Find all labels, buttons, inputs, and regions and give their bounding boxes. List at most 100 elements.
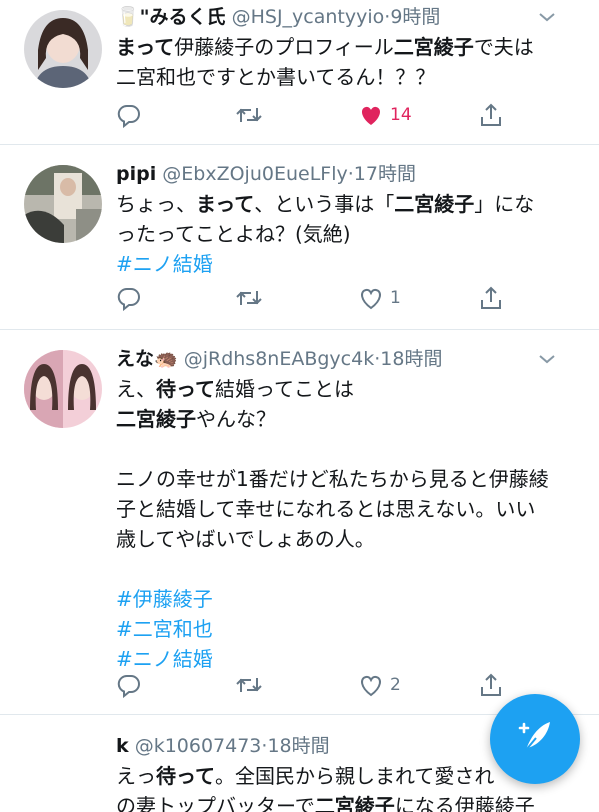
tweet[interactable]: pipi @EbxZOju0EueLFly·17時間 ちょっ、まって、という事は… bbox=[0, 145, 599, 330]
text-run: 結婚ってことは bbox=[215, 377, 354, 401]
tweet-text-line: #二宮和也 bbox=[116, 614, 581, 644]
tweet-text-line: の妻トップバッターで二宮綾子になる伊藤綾子 bbox=[116, 791, 599, 812]
tweet-actions: 2 bbox=[116, 670, 529, 700]
tweet-text-line: #伊藤綾子 bbox=[116, 584, 581, 614]
text-run: で夫は bbox=[473, 35, 534, 59]
share-icon bbox=[478, 285, 504, 311]
avatar[interactable] bbox=[24, 10, 102, 88]
tweet-text-line: #ニノ結婚 bbox=[116, 249, 581, 279]
retweet-icon bbox=[234, 672, 264, 698]
highlighted-text: 待って bbox=[156, 377, 215, 401]
tweet-text: まって伊藤綾子のプロフィール二宮綾子で夫は二宮和也ですとか書いてるん！？？ bbox=[116, 32, 581, 92]
tweet-text-line: ちょっ、まって、という事は「二宮綾子」にな bbox=[116, 189, 581, 219]
user-handle[interactable]: @HSJ_ycantyyio bbox=[232, 6, 385, 28]
highlighted-text: 二宮綾子 bbox=[393, 35, 474, 59]
hashtag-link[interactable]: #ニノ結婚 bbox=[116, 647, 213, 671]
highlighted-text: 二宮綾子 bbox=[116, 407, 196, 431]
tweet-text-line: 二宮綾子やんな？ bbox=[116, 404, 581, 434]
user-handle[interactable]: @EbxZOju0EueLFly bbox=[162, 163, 347, 185]
retweet-icon bbox=[234, 102, 264, 128]
highlighted-text: 待って bbox=[156, 764, 215, 788]
compose-tweet-icon bbox=[512, 714, 558, 764]
hashtag-link[interactable]: #ニノ結婚 bbox=[116, 252, 213, 276]
user-handle[interactable]: @k10607473 bbox=[135, 735, 262, 757]
reply-button[interactable] bbox=[116, 670, 148, 700]
reply-icon bbox=[116, 672, 142, 698]
tweet-text-line: え、待って結婚ってことは bbox=[116, 374, 581, 404]
avatar[interactable] bbox=[24, 350, 102, 428]
text-run: 。全国民から親しまれて愛され bbox=[215, 764, 495, 788]
like-count: 2 bbox=[390, 675, 401, 695]
tweet-actions: 1 bbox=[116, 283, 529, 313]
tweet-header: pipi @EbxZOju0EueLFly·17時間 bbox=[116, 163, 416, 185]
share-button[interactable] bbox=[478, 283, 504, 313]
tweet-text-line: 子と結婚して幸せになれるとは思えない。いい bbox=[116, 494, 581, 524]
text-run: 歳してやばいでしょあの人。 bbox=[116, 527, 375, 551]
tweet-text: え、待って結婚ってことは 二宮綾子やんな？ ニノの幸せが1番だけど私たちから見ると伊… bbox=[116, 374, 581, 674]
timestamp[interactable]: 9時間 bbox=[390, 6, 440, 28]
tweet-text-line: 二宮和也ですとか書いてるん！？？ bbox=[116, 62, 581, 92]
compose-tweet-button[interactable] bbox=[490, 694, 580, 784]
heart-icon bbox=[358, 102, 384, 128]
highlighted-text: まって bbox=[196, 192, 255, 216]
tweet-header: 🥛"みるく氏 @HSJ_ycantyyio·9時間 bbox=[116, 2, 579, 32]
highlighted-text: 二宮綾子 bbox=[394, 192, 475, 216]
tweet-header: えな🦔 @jRdhs8nEABgyc4k·18時間 bbox=[116, 344, 579, 374]
text-run: 伊藤綾子のプロフィール bbox=[174, 35, 394, 59]
highlighted-text: 二宮綾子 bbox=[314, 794, 395, 812]
tweet-text-line: 歳してやばいでしょあの人。 bbox=[116, 524, 581, 554]
like-button[interactable]: 1 bbox=[358, 283, 401, 313]
timestamp[interactable]: 18時間 bbox=[267, 735, 329, 757]
text-run: 」にな bbox=[474, 192, 535, 216]
tweet[interactable]: 🥛"みるく氏 @HSJ_ycantyyio·9時間 まって伊藤綾子のプロフィール… bbox=[0, 0, 599, 145]
display-name[interactable]: k bbox=[116, 735, 129, 757]
chevron-down-icon[interactable] bbox=[537, 6, 557, 26]
hashtag-link[interactable]: #二宮和也 bbox=[116, 617, 213, 641]
text-run: ニノの幸せが1番だけど私たちから見ると伊藤綾 bbox=[116, 467, 549, 491]
text-run: え、 bbox=[116, 377, 156, 401]
text-run: ちょっ、 bbox=[116, 192, 196, 216]
tweet-text-line: ニノの幸せが1番だけど私たちから見ると伊藤綾 bbox=[116, 464, 581, 494]
text-run: えっ bbox=[116, 764, 156, 788]
text-run: 子と結婚して幸せになれるとは思えない。いい bbox=[116, 497, 536, 521]
tweet[interactable]: えな🦔 @jRdhs8nEABgyc4k·18時間 え、待って結婚ってことは 二宮… bbox=[0, 330, 599, 715]
share-icon bbox=[478, 672, 504, 698]
display-name[interactable]: えな🦔 bbox=[116, 348, 178, 370]
tweet-text-line: ったってことよね？(気絶) bbox=[116, 219, 581, 249]
heart-icon bbox=[358, 285, 384, 311]
chevron-down-icon[interactable] bbox=[537, 348, 557, 368]
tweet-text: ちょっ、まって、という事は「二宮綾子」になったってことよね？(気絶) #ニノ結婚 bbox=[116, 189, 581, 279]
timestamp[interactable]: 17時間 bbox=[354, 163, 416, 185]
reply-button[interactable] bbox=[116, 283, 148, 313]
text-run: ったってことよね？(気絶) bbox=[116, 222, 351, 246]
retweet-button[interactable] bbox=[234, 283, 270, 313]
display-name[interactable]: 🥛"みるく氏 bbox=[116, 6, 226, 28]
share-button[interactable] bbox=[478, 100, 504, 130]
like-count: 1 bbox=[390, 288, 401, 308]
retweet-icon bbox=[234, 285, 264, 311]
hashtag-link[interactable]: #伊藤綾子 bbox=[116, 587, 213, 611]
tweet-actions: 14 bbox=[116, 100, 529, 130]
retweet-button[interactable] bbox=[234, 670, 270, 700]
reply-icon bbox=[116, 285, 142, 311]
like-count: 14 bbox=[390, 105, 412, 125]
tweet-text-line bbox=[116, 554, 581, 584]
like-button[interactable]: 2 bbox=[358, 670, 401, 700]
text-run: になる伊藤綾子 bbox=[394, 794, 535, 812]
timestamp[interactable]: 18時間 bbox=[380, 348, 442, 370]
reply-button[interactable] bbox=[116, 100, 148, 130]
text-run: の妻トップバッターで bbox=[116, 794, 315, 812]
tweet-text-line: まって伊藤綾子のプロフィール二宮綾子で夫は bbox=[116, 32, 581, 62]
text-run: 二宮和也ですとか書いてるん！？？ bbox=[116, 65, 436, 89]
heart-icon bbox=[358, 672, 384, 698]
highlighted-text: まって bbox=[116, 35, 175, 59]
display-name[interactable]: pipi bbox=[116, 163, 156, 185]
share-button[interactable] bbox=[478, 670, 504, 700]
user-handle[interactable]: @jRdhs8nEABgyc4k bbox=[184, 348, 375, 370]
like-button[interactable]: 14 bbox=[358, 100, 412, 130]
share-icon bbox=[478, 102, 504, 128]
text-run: やんな？ bbox=[196, 407, 276, 431]
retweet-button[interactable] bbox=[234, 100, 270, 130]
tweet-text-line bbox=[116, 434, 581, 464]
avatar[interactable] bbox=[24, 165, 102, 243]
